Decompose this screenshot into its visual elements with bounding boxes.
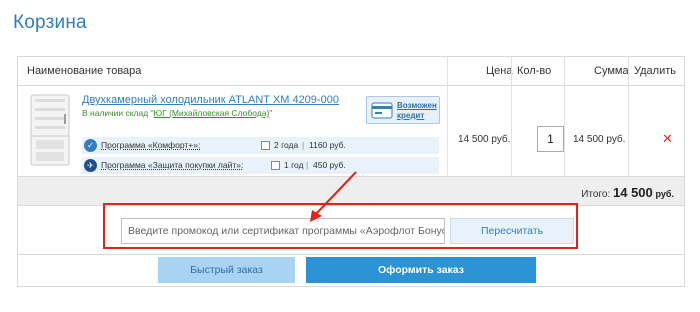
quick-order-button[interactable]: Быстрый заказ — [158, 257, 295, 283]
promo-row: Введите промокод или сертификат программ… — [18, 206, 684, 255]
line-sum: 14 500 руб. — [573, 134, 626, 145]
place-order-button[interactable]: Оформить заказ — [306, 257, 536, 283]
stock-status: В наличии склад "ЮГ (Михайловская Слобод… — [82, 108, 272, 118]
remove-item-icon[interactable]: ✕ — [662, 132, 673, 145]
warranty-option-comfort: ✓ Программа «Комфорт+»: 2 года | 1160 ру… — [82, 137, 439, 154]
stock-prefix: В наличии склад " — [82, 108, 154, 118]
credit-card-icon — [371, 102, 393, 119]
credit-label: Возможен кредит — [397, 101, 437, 121]
cart-total: Итого: 14 500 руб. — [581, 185, 674, 200]
product-name-link[interactable]: Двухкамерный холодильник ATLANT ХМ 4209-… — [82, 94, 339, 106]
warranty-price: 1160 руб. — [309, 140, 346, 150]
credit-label-line1: Возможен — [397, 101, 437, 110]
credit-label-line2: кредит — [397, 111, 425, 120]
recalculate-button[interactable]: Пересчитать — [450, 218, 574, 244]
warranty-term: 1 год — [284, 160, 304, 170]
header-sum: Сумма — [594, 65, 629, 77]
comfort-program-icon: ✓ — [84, 139, 97, 152]
promo-code-input[interactable]: Введите промокод или сертификат программ… — [121, 218, 445, 244]
table-header: Наименование товара Цена Кол-во Сумма Уд… — [18, 57, 684, 86]
stock-suffix: " — [269, 108, 273, 118]
checkout-actions: Быстрый заказ Оформить заказ — [18, 255, 684, 287]
warranty-checkbox[interactable] — [261, 141, 270, 150]
product-image[interactable] — [28, 94, 72, 166]
page-title: Корзина — [13, 12, 87, 33]
credit-button[interactable]: Возможен кредит — [366, 96, 440, 124]
total-row: Итого: 14 500 руб. — [18, 177, 684, 206]
warranty-separator: | — [302, 140, 305, 150]
warranty-label[interactable]: Программа «Комфорт+»: — [101, 137, 200, 154]
cart-table: Наименование товара Цена Кол-во Сумма Уд… — [17, 56, 685, 287]
warranty-label[interactable]: Программа «Защита покупки лайт»: — [101, 157, 243, 174]
protection-program-icon: ✈ — [84, 159, 97, 172]
total-value: 14 500 — [613, 185, 653, 200]
header-price: Цена — [486, 65, 513, 77]
total-unit: руб. — [655, 189, 674, 199]
warranty-term: 2 года — [274, 140, 299, 150]
header-qty: Кол-во — [517, 65, 552, 77]
warranty-separator: | — [306, 160, 309, 170]
total-label: Итого: — [581, 189, 611, 200]
table-row: Двухкамерный холодильник ATLANT ХМ 4209-… — [18, 86, 684, 177]
quantity-input[interactable]: 1 — [537, 126, 564, 152]
header-name: Наименование товара — [27, 65, 142, 77]
header-remove: Удалить — [634, 65, 676, 77]
warranty-checkbox[interactable] — [271, 161, 280, 170]
warehouse-link[interactable]: ЮГ (Михайловская Слобода) — [154, 108, 270, 118]
warranty-price: 450 руб. — [313, 160, 346, 170]
warranty-option-protection: ✈ Программа «Защита покупки лайт»: 1 год… — [82, 157, 439, 174]
unit-price: 14 500 руб. — [458, 134, 511, 145]
